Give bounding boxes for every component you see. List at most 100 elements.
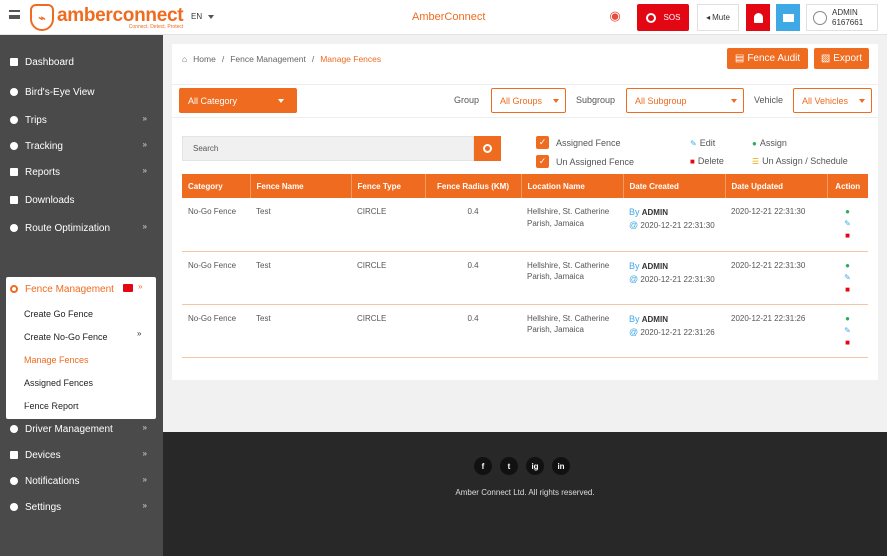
instagram-icon[interactable]: ig <box>526 457 544 475</box>
fence-audit-button[interactable]: ▤ Fence Audit <box>727 48 808 69</box>
subitem-create-go-fence[interactable]: Create Go Fence <box>24 309 93 319</box>
chevron-down-icon[interactable]: » <box>143 140 147 149</box>
delete-icon[interactable]: ■ <box>845 337 850 348</box>
cell-radius: 0.4 <box>425 251 521 305</box>
cell-fence-name: Test <box>250 304 351 358</box>
column-header[interactable]: Date Created <box>623 174 726 198</box>
sidebar-item-label: Fence Management <box>25 283 114 295</box>
sidebar-item-tracking[interactable]: Tracking » <box>0 133 163 159</box>
chevron-down-icon[interactable]: » <box>143 166 147 175</box>
steering-wheel-icon <box>10 425 18 433</box>
chevron-down-icon[interactable]: » <box>143 449 147 458</box>
sidebar-item-dashboard[interactable]: Dashboard <box>0 49 163 75</box>
column-header[interactable]: Location Name <box>521 174 624 198</box>
fence-audit-label: Fence Audit <box>747 53 801 64</box>
table-row: No-Go Fence Test CIRCLE 0.4 Hellshire, S… <box>182 251 868 305</box>
column-header[interactable]: Fence Name <box>250 174 352 198</box>
assign-icon[interactable]: ● <box>845 206 850 217</box>
chevron-down-icon[interactable]: » <box>143 423 147 432</box>
route-icon <box>10 224 18 232</box>
column-header[interactable]: Fence Type <box>351 174 426 198</box>
users-icon <box>10 397 18 405</box>
twitter-icon[interactable]: t <box>500 457 518 475</box>
messages-button[interactable] <box>776 4 800 31</box>
legend-unassign: ☰ Un Assign / Schedule <box>752 156 848 166</box>
user-menu[interactable]: ADMIN 6167661 <box>806 4 878 31</box>
sidebar-item-devices[interactable]: Devices » <box>0 442 163 468</box>
assigned-fence-checkbox[interactable]: ✓ <box>536 136 549 149</box>
breadcrumb-home[interactable]: Home <box>193 54 216 64</box>
column-header[interactable]: Date Updated <box>725 174 828 198</box>
breadcrumb-parent[interactable]: Fence Management <box>230 54 306 64</box>
legend-delete: ■ Delete <box>690 156 724 166</box>
sidebar-item-fence-management[interactable]: Fence Management » <box>6 277 156 301</box>
sidebar-item-route-optimization[interactable]: Route Optimization » <box>0 215 163 241</box>
breadcrumb-separator: / <box>221 54 225 64</box>
column-header[interactable]: Category <box>182 174 251 198</box>
sidebar-item-group-management[interactable]: Group Management <box>0 388 163 414</box>
chevron-down-icon[interactable]: » <box>143 475 147 484</box>
sidebar-item-settings[interactable]: Settings » <box>0 494 163 520</box>
user-name: ADMIN <box>832 8 858 18</box>
edit-icon[interactable]: ✎ <box>844 272 851 283</box>
column-header[interactable]: Fence Radius (KM) <box>425 174 522 198</box>
check-circle-icon: ● <box>752 138 757 148</box>
sidebar-item-trips[interactable]: Trips » <box>0 107 163 133</box>
sidebar-item-notifications[interactable]: Notifications » <box>0 468 163 494</box>
sidebar-item-label: Devices <box>25 449 61 461</box>
assign-icon[interactable]: ● <box>845 313 850 324</box>
delete-icon[interactable]: ■ <box>845 284 850 295</box>
linkedin-icon[interactable]: in <box>552 457 570 475</box>
language-select[interactable]: EN <box>191 12 202 21</box>
sidebar-item-label: Route Optimization <box>25 222 111 234</box>
sidebar: Dashboard Bird's-Eye View Trips » Trackin… <box>0 35 163 556</box>
facebook-icon[interactable]: f <box>474 457 492 475</box>
search-button[interactable] <box>474 136 501 161</box>
hamburger-menu-icon[interactable] <box>9 10 20 19</box>
edit-icon[interactable]: ✎ <box>844 218 851 229</box>
trips-icon <box>10 116 18 124</box>
subitem-create-no-go-fence[interactable]: Create No-Go Fence <box>24 332 108 342</box>
bar-chart-icon <box>10 168 18 176</box>
chevron-down-icon[interactable]: » <box>143 501 147 510</box>
export-button[interactable]: ▧ Export <box>814 48 869 69</box>
sidebar-item-label: Trips <box>25 114 47 126</box>
assign-icon[interactable]: ● <box>845 260 850 271</box>
sidebar-item-reports[interactable]: Reports » <box>0 159 163 185</box>
edit-icon[interactable]: ✎ <box>844 325 851 336</box>
chevron-down-icon[interactable]: » <box>143 114 147 123</box>
delete-icon[interactable]: ■ <box>845 230 850 241</box>
sidebar-item-downloads[interactable]: Downloads <box>0 187 163 213</box>
sidebar-item-label: Driver Management <box>25 423 113 435</box>
search-input[interactable]: Search <box>182 136 474 161</box>
subgroup-select[interactable]: All Subgroup <box>626 88 744 113</box>
mute-button[interactable]: ◂ Mute <box>697 4 739 31</box>
export-label: Export <box>833 53 863 64</box>
sos-button[interactable]: SOS <box>637 4 689 31</box>
unassigned-fence-checkbox[interactable]: ✓ <box>536 155 549 168</box>
language-caret-icon[interactable] <box>208 15 214 19</box>
subitem-assigned-fences[interactable]: Assigned Fences <box>24 378 93 388</box>
chevron-down-icon[interactable]: » <box>138 282 142 291</box>
cell-radius: 0.4 <box>425 304 521 358</box>
chevron-down-icon[interactable]: » <box>137 329 141 338</box>
category-select[interactable]: All Category <box>179 88 297 113</box>
cell-date-created: By ADMIN @ 2020-12-21 22:31:30 <box>623 198 725 252</box>
sidebar-item-driver-management[interactable]: Driver Management » <box>0 416 163 442</box>
table-row: No-Go Fence Test CIRCLE 0.4 Hellshire, S… <box>182 198 868 252</box>
cell-fence-type: CIRCLE <box>351 304 425 358</box>
group-select[interactable]: All Groups <box>491 88 566 113</box>
chevron-down-icon[interactable]: » <box>143 222 147 231</box>
sidebar-item-birds-eye-view[interactable]: Bird's-Eye View <box>0 79 163 105</box>
home-icon[interactable]: ⌂ <box>182 54 187 64</box>
subitem-manage-fences[interactable]: Manage Fences <box>24 355 89 365</box>
marker-alert-icon[interactable]: ◉ <box>607 8 623 26</box>
vehicle-select[interactable]: All Vehicles <box>793 88 872 113</box>
notifications-button[interactable] <box>746 4 770 31</box>
download-icon <box>10 196 18 204</box>
logo[interactable]: ⌁ amberconnect Connect. Detect. Protect <box>30 3 184 32</box>
footer: f t ig in Amber Connect Ltd. All rights … <box>163 432 887 556</box>
dashboard-icon <box>10 58 18 66</box>
cell-location: Hellshire, St. Catherine Parish, Jamaica <box>521 304 623 358</box>
social-links: f t ig in <box>474 457 570 475</box>
